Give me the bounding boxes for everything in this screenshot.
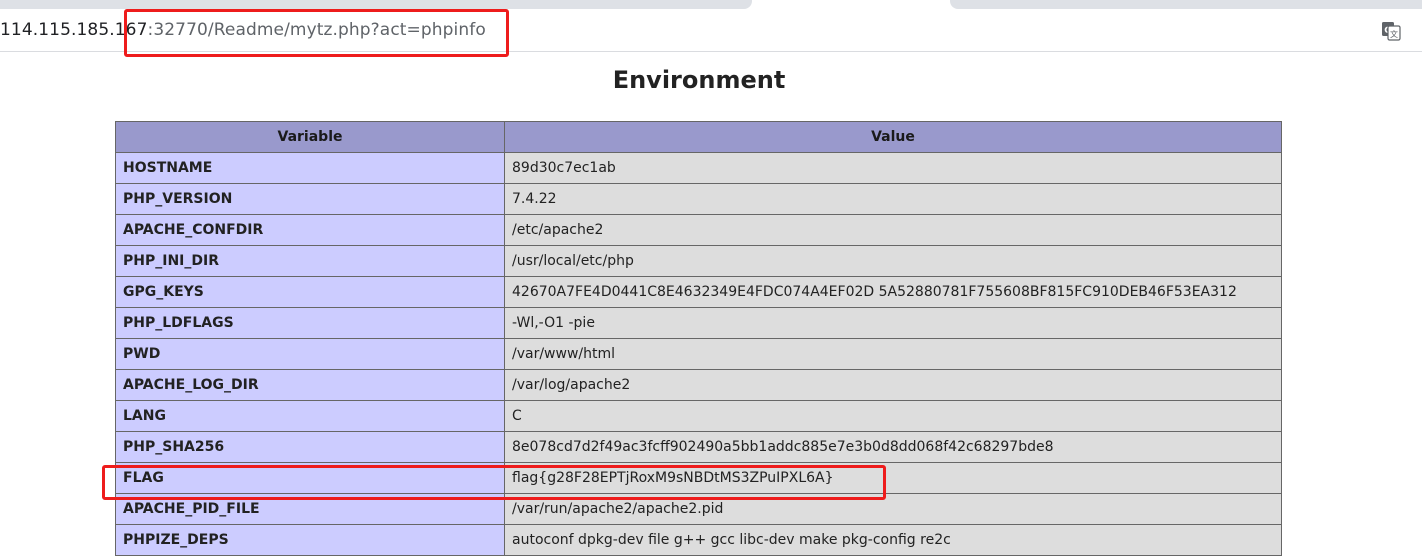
variable-name: APACHE_LOG_DIR: [115, 369, 505, 401]
variable-value: C: [504, 400, 1282, 432]
variable-value: autoconf dpkg-dev file g++ gcc libc-dev …: [504, 524, 1282, 556]
variable-value: /usr/local/etc/php: [504, 245, 1282, 277]
browser-tab[interactable]: [950, 0, 1422, 9]
translate-icon[interactable]: G 文: [1381, 21, 1401, 41]
table-header-row: Variable Value: [115, 121, 1282, 153]
page-title: Environment: [612, 66, 786, 94]
table-row: HOSTNAME 89d30c7ec1ab: [115, 152, 1282, 184]
table-row: PHP_INI_DIR/usr/local/etc/php: [115, 245, 1282, 277]
variable-name: APACHE_CONFDIR: [115, 214, 505, 246]
variable-name: PWD: [115, 338, 505, 370]
url-highlight-box: [124, 9, 509, 57]
variable-name: LANG: [115, 400, 505, 432]
variable-value: 7.4.22: [504, 183, 1282, 215]
variable-name: HOSTNAME: [115, 152, 505, 184]
variable-name: PHPIZE_DEPS: [115, 524, 505, 556]
svg-text:文: 文: [1390, 29, 1398, 39]
table-row: GPG_KEYS 42670A7FE4D0441C8E4632349E4FDC07…: [115, 276, 1282, 308]
variable-name: GPG_KEYS: [115, 276, 505, 308]
variable-value: 42670A7FE4D0441C8E4632349E4FDC074A4EF02D…: [504, 276, 1282, 308]
variable-value: 8e078cd7d2f49ac3fcff902490a5bb1addc885e7…: [504, 431, 1282, 463]
table-row: APACHE_CONFDIR/etc/apache2: [115, 214, 1282, 246]
variable-name: PHP_VERSION: [115, 183, 505, 215]
column-header-variable: Variable: [115, 121, 505, 153]
column-header-value: Value: [504, 121, 1282, 153]
browser-tab[interactable]: [0, 0, 752, 9]
variable-value: /etc/apache2: [504, 214, 1282, 246]
table-row: PHP_LDFLAGS -Wl,-O1 -pie: [115, 307, 1282, 339]
variable-value: /var/www/html: [504, 338, 1282, 370]
variable-value: -Wl,-O1 -pie: [504, 307, 1282, 339]
variable-value: /var/log/apache2: [504, 369, 1282, 401]
table-row: PHPIZE_DEPS autoconf dpkg-dev file g++ gc…: [115, 524, 1282, 556]
table-row: PHP_SHA256 8e078cd7d2f49ac3fcff902490a5bb…: [115, 431, 1282, 463]
flag-highlight-box: [102, 465, 886, 500]
table-row: PWD/var/www/html: [115, 338, 1282, 370]
variable-name: PHP_INI_DIR: [115, 245, 505, 277]
variable-name: PHP_SHA256: [115, 431, 505, 463]
table-row: APACHE_LOG_DIR/var/log/apache2: [115, 369, 1282, 401]
variable-value: 89d30c7ec1ab: [504, 152, 1282, 184]
table-row: PHP_VERSION 7.4.22: [115, 183, 1282, 215]
table-row: LANG C: [115, 400, 1282, 432]
variable-name: PHP_LDFLAGS: [115, 307, 505, 339]
